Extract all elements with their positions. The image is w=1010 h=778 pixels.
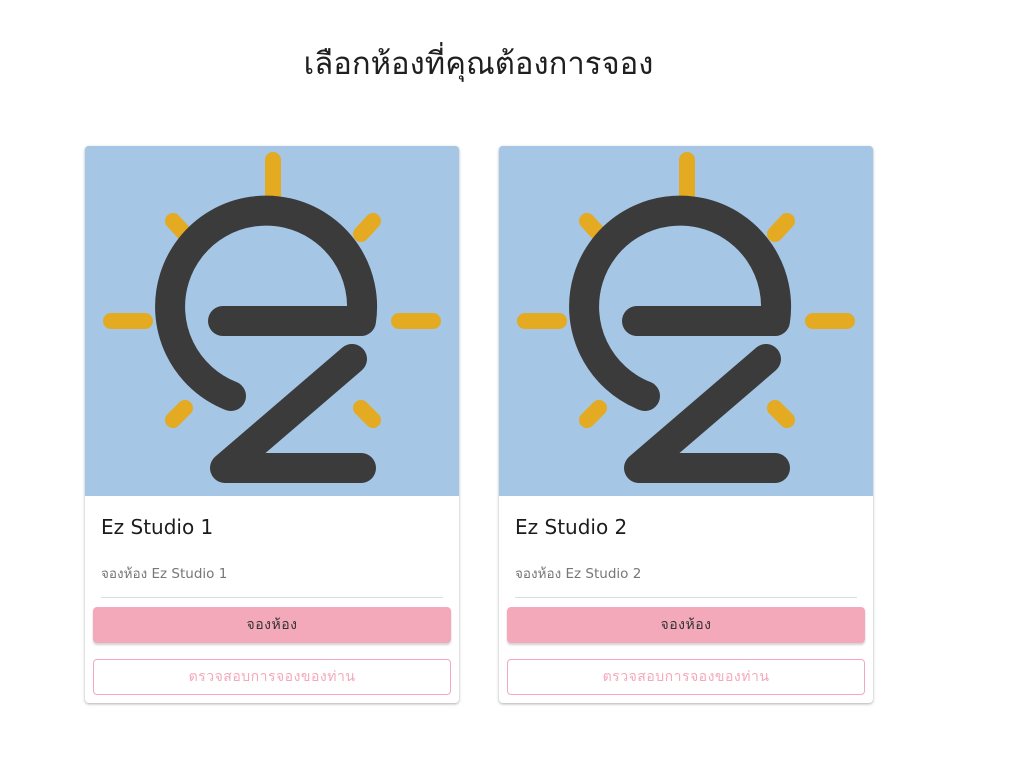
room-image[interactable]	[499, 146, 873, 496]
page-title: เลือกห้องที่คุณต้องการจอง	[303, 46, 654, 82]
book-room-button[interactable]: จองห้อง	[93, 607, 451, 643]
ez-logo	[499, 146, 873, 496]
room-card: Ez Studio 1 จองห้อง Ez Studio 1 จองห้อง …	[85, 146, 459, 703]
book-room-button[interactable]: จองห้อง	[507, 607, 865, 643]
divider	[101, 597, 443, 598]
divider	[515, 597, 857, 598]
check-booking-button[interactable]: ตรวจสอบการจองของท่าน	[93, 659, 451, 695]
room-title: Ez Studio 2	[515, 515, 628, 539]
room-image[interactable]	[85, 146, 459, 496]
check-booking-button[interactable]: ตรวจสอบการจองของท่าน	[507, 659, 865, 695]
ez-logo	[85, 146, 459, 496]
room-description: จองห้อง Ez Studio 2	[515, 566, 642, 582]
page: เลือกห้องที่คุณต้องการจอง Ez Studio 1 จอ…	[0, 0, 1010, 778]
room-description: จองห้อง Ez Studio 1	[101, 566, 228, 582]
room-card: Ez Studio 2 จองห้อง Ez Studio 2 จองห้อง …	[499, 146, 873, 703]
room-title: Ez Studio 1	[101, 515, 214, 539]
